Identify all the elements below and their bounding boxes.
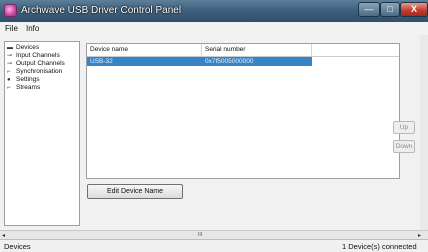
column-header-blank[interactable]: [312, 44, 399, 56]
table-header: Device name Serial number: [87, 44, 399, 57]
output-channels-icon: ⊸: [7, 61, 13, 67]
menu-info[interactable]: Info: [26, 24, 39, 33]
status-section-label: Devices: [4, 242, 31, 251]
tree-item-output-channels[interactable]: ⊸ Output Channels: [7, 60, 65, 68]
edit-device-name-button[interactable]: Edit Device Name: [87, 184, 183, 199]
tree-item-label: Synchronisation: [16, 68, 63, 75]
minimize-button[interactable]: —: [358, 2, 380, 17]
sync-icon: ⌐: [7, 69, 11, 75]
up-button[interactable]: Up: [393, 121, 415, 134]
table-row[interactable]: USB-32 0x7f5005000000: [87, 57, 312, 66]
tree-item-settings[interactable]: ● Settings: [7, 76, 40, 84]
settings-icon: ●: [7, 77, 11, 83]
status-bar: Devices 1 Device(s) connected: [0, 239, 428, 252]
close-button[interactable]: X: [400, 2, 428, 17]
scroll-left-arrow-icon[interactable]: ◂: [2, 232, 5, 239]
input-channels-icon: ⊸: [7, 53, 13, 59]
serial-number-cell: 0x7f5005000000: [205, 58, 254, 65]
device-name-cell: USB-32: [90, 58, 113, 65]
tree-item-streams[interactable]: ⌐ Streams: [7, 84, 40, 92]
menu-bar: File Info: [0, 22, 428, 35]
navigation-tree: ▬ Devices ⊸ Input Channels ⊸ Output Channel…: [4, 41, 80, 226]
tree-item-label: Settings: [16, 76, 40, 83]
column-header-device-name[interactable]: Device name: [87, 44, 202, 56]
scroll-thumb-grip-icon[interactable]: III: [198, 232, 202, 238]
status-connection-count: 1 Device(s) connected: [342, 242, 417, 251]
down-button[interactable]: Down: [393, 140, 415, 153]
scroll-right-arrow-icon[interactable]: ▸: [418, 232, 421, 239]
column-header-serial-number[interactable]: Serial number: [202, 44, 312, 56]
title-bar: Archwave USB Driver Control Panel — □ X: [0, 0, 428, 22]
menu-file[interactable]: File: [5, 24, 18, 33]
tree-item-label: Output Channels: [16, 60, 65, 67]
tree-item-devices[interactable]: ▬ Devices: [7, 44, 39, 52]
vertical-scroll-edge[interactable]: [420, 35, 428, 230]
device-table: Device name Serial number USB-32 0x7f500…: [86, 43, 400, 179]
streams-icon: ⌐: [7, 85, 11, 91]
tree-item-input-channels[interactable]: ⊸ Input Channels: [7, 52, 60, 60]
window-title: Archwave USB Driver Control Panel: [21, 5, 182, 16]
tree-item-label: Input Channels: [16, 52, 60, 59]
maximize-button[interactable]: □: [380, 2, 400, 17]
tree-item-label: Devices: [16, 44, 40, 51]
archwave-logo-icon: [4, 4, 17, 17]
devices-icon: ▬: [7, 45, 13, 51]
tree-item-label: Streams: [16, 84, 41, 91]
tree-item-synchronisation[interactable]: ⌐ Synchronisation: [7, 68, 62, 76]
